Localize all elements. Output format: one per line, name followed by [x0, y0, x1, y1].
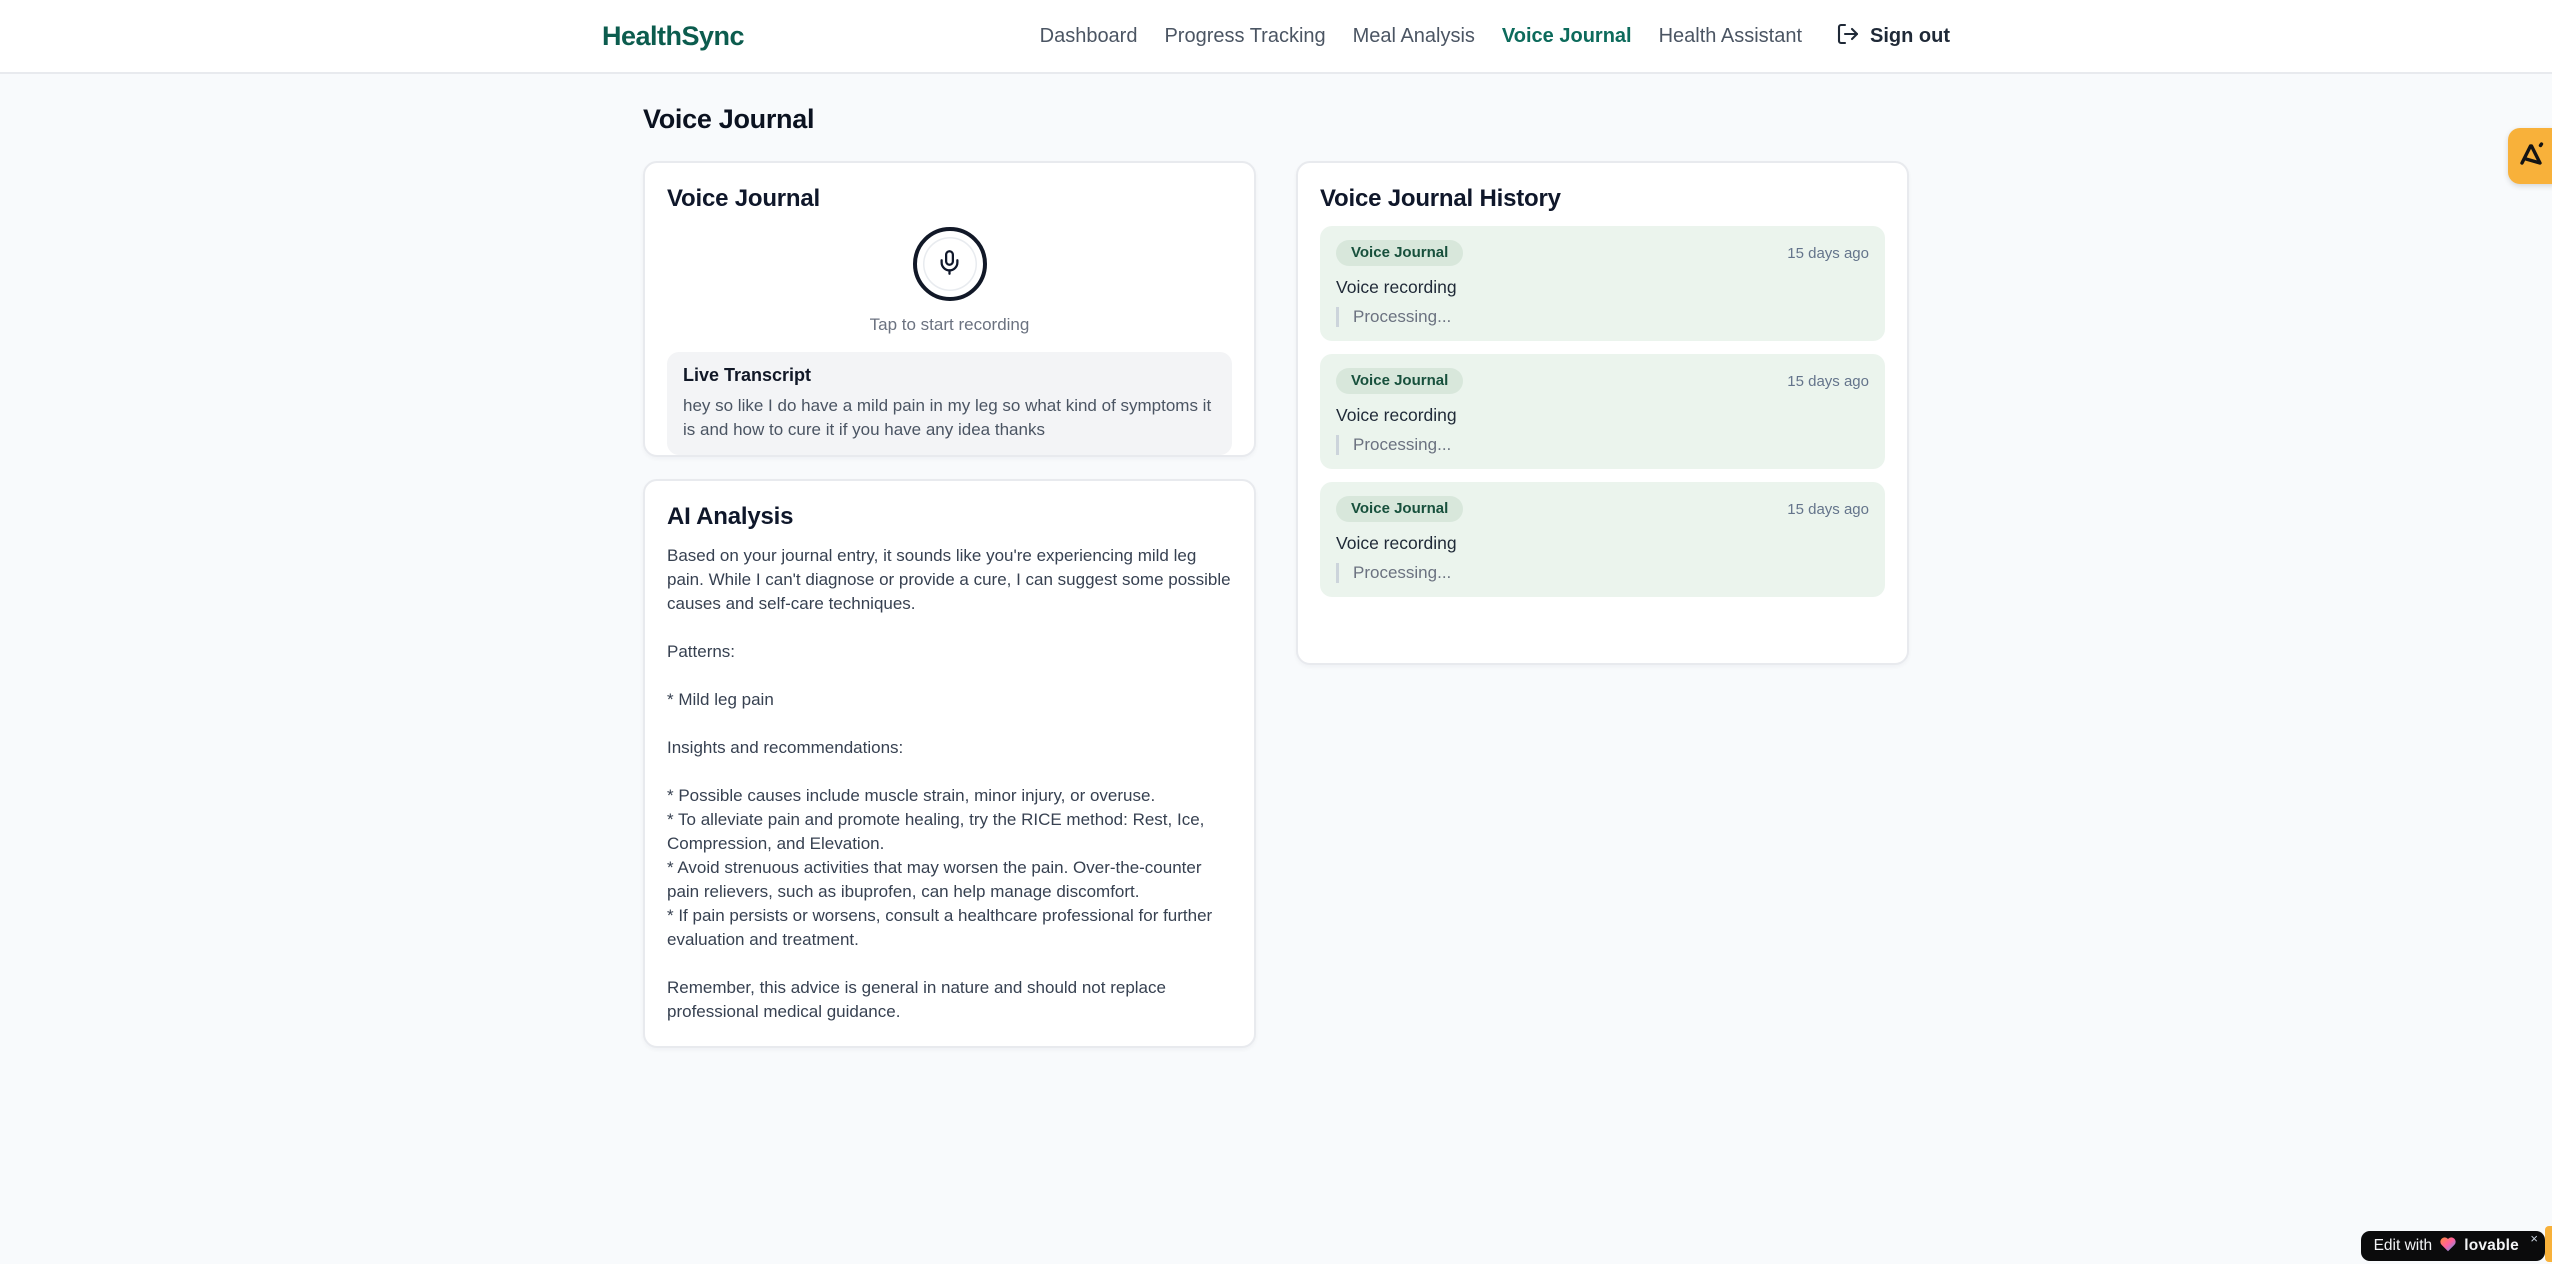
entry-status: Processing... [1336, 307, 1869, 327]
nav-item-voice-journal[interactable]: Voice Journal [1502, 25, 1632, 48]
lovable-extension-icon [2517, 140, 2545, 173]
edit-with-label: Edit with [2373, 1237, 2433, 1254]
entry-status: Processing... [1336, 563, 1869, 583]
ai-analysis-card: AI Analysis Based on your journal entry,… [643, 479, 1256, 1048]
live-transcript-text: hey so like I do have a mild pain in my … [683, 396, 1212, 440]
log-out-icon [1836, 22, 1860, 51]
sign-out-button[interactable]: Sign out [1836, 22, 1950, 51]
main-nav: Dashboard Progress Tracking Meal Analysis V… [1040, 22, 1950, 51]
edit-with-lovable-badge[interactable]: Edit with lovable × [2360, 1231, 2545, 1261]
nav-item-health-assistant[interactable]: Health Assistant [1659, 25, 1802, 48]
entry-type-badge: Voice Journal [1336, 368, 1464, 394]
record-button[interactable] [912, 227, 987, 301]
sign-out-label: Sign out [1870, 24, 1950, 47]
ai-analysis-title: AI Analysis [667, 503, 794, 530]
history-list: Voice Journal 15 days ago Voice recording P… [1320, 226, 1885, 597]
voice-recorder-card: Voice Journal Tap to start recording Liv… [643, 161, 1256, 457]
page-title: Voice Journal [643, 104, 815, 134]
voice-journal-history-card: Voice Journal History Voice Journal 15 da… [1296, 161, 1909, 665]
entry-type-badge: Voice Journal [1336, 496, 1464, 522]
history-card-title: Voice Journal History [1320, 185, 1561, 212]
cropped-extension-badge[interactable] [2545, 1226, 2552, 1262]
nav-item-progress-tracking[interactable]: Progress Tracking [1164, 25, 1325, 48]
live-transcript-title: Live Transcript [683, 365, 812, 385]
heart-icon [2439, 1236, 2457, 1257]
history-entry[interactable]: Voice Journal 15 days ago Voice recording P… [1320, 226, 1885, 341]
left-column: Voice Journal Tap to start recording Liv… [643, 161, 1256, 1048]
microphone-icon [936, 249, 963, 279]
live-transcript-box: Live Transcript hey so like I do have a … [667, 352, 1232, 455]
brand-logo[interactable]: HealthSync [602, 21, 745, 52]
entry-title: Voice recording [1336, 277, 1457, 297]
recorder-card-title: Voice Journal [667, 185, 821, 212]
tap-to-record-hint: Tap to start recording [869, 315, 1030, 334]
top-navbar: HealthSync Dashboard Progress Tracking Mea… [0, 0, 2552, 74]
lovable-wordmark: lovable [2464, 1237, 2519, 1254]
nav-item-dashboard[interactable]: Dashboard [1040, 25, 1138, 48]
lovable-extension-badge[interactable] [2508, 128, 2552, 184]
nav-item-meal-analysis[interactable]: Meal Analysis [1353, 25, 1475, 48]
ai-analysis-body: Based on your journal entry, it sounds l… [667, 546, 1231, 1021]
entry-timestamp: 15 days ago [1787, 372, 1869, 390]
entry-status: Processing... [1336, 435, 1869, 455]
history-entry[interactable]: Voice Journal 15 days ago Voice recording P… [1320, 482, 1885, 597]
entry-title: Voice recording [1336, 405, 1457, 425]
entry-timestamp: 15 days ago [1787, 244, 1869, 262]
main-content: Voice Journal Voice Journal Tap to start… [643, 104, 1909, 1048]
badge-close-icon[interactable]: × [2530, 1232, 2538, 1245]
entry-type-badge: Voice Journal [1336, 240, 1464, 266]
entry-title: Voice recording [1336, 533, 1457, 553]
history-entry[interactable]: Voice Journal 15 days ago Voice recording P… [1320, 354, 1885, 469]
entry-timestamp: 15 days ago [1787, 500, 1869, 518]
